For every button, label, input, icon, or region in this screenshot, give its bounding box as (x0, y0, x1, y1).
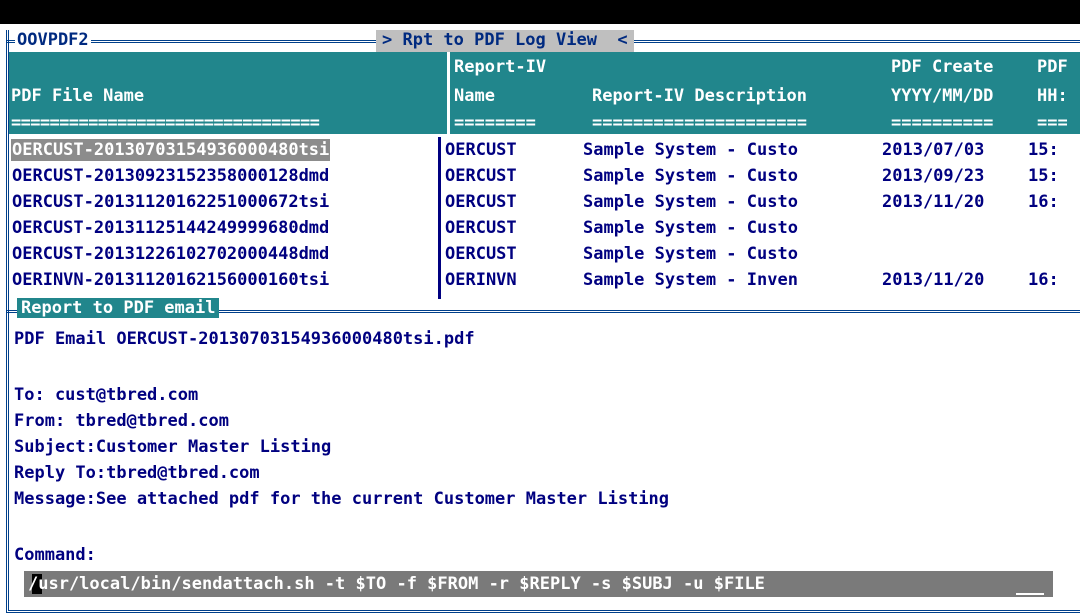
row-create-date: 2013/11/20 (882, 270, 985, 290)
row-report-name: OERCUST (445, 218, 517, 238)
log-view-title-bar: OOVPDF2 > Rpt to PDF Log View < (6, 30, 1080, 52)
row-report-name: OERCUST (445, 244, 517, 264)
row-create-date: 2013/11/20 (882, 192, 985, 212)
command-value[interactable]: /usr/local/bin/sendattach.sh -t $TO -f $… (28, 574, 765, 594)
email-to[interactable]: To: cust@tbred.com (14, 384, 198, 406)
row-file-name[interactable]: OERCUST-20130703154936000480tsi (11, 139, 331, 161)
table-row[interactable]: OERCUST-20131120162251000672tsi OERCUST … (9, 191, 1080, 213)
table-row[interactable]: OERINVN-20131120162156000160tsi OERINVN … (9, 269, 1080, 291)
table-row[interactable]: OERCUST-20131125144249999680dmd OERCUST … (9, 217, 1080, 239)
row-create-time: 16: (1028, 270, 1059, 290)
table-row[interactable]: OERCUST-20131226102702000448dmd OERCUST … (9, 243, 1080, 265)
row-description: Sample System - Inven (583, 270, 798, 290)
row-description: Sample System - Custo (583, 140, 798, 160)
row-report-name: OERCUST (445, 140, 517, 160)
header-description-underline: ===================== (592, 113, 807, 133)
row-file-name[interactable]: OERCUST-20131226102702000448dmd (12, 243, 329, 265)
header-create-top: PDF Create (891, 57, 994, 77)
header-time-top: PDF (1037, 57, 1068, 77)
row-report-name: OERCUST (445, 166, 517, 186)
header-file-underline: ================================ (11, 113, 320, 133)
row-file-name[interactable]: OERINVN-20131120162156000160tsi (12, 269, 329, 291)
header-report-name-top: Report-IV (454, 57, 547, 77)
body-column-separator (438, 137, 441, 299)
table-header: PDF File Name ==========================… (9, 52, 1080, 134)
header-report-name-underline: ======== (454, 113, 536, 133)
header-report-name-bottom: Name (454, 86, 495, 106)
terminal-top-bar (0, 0, 1080, 24)
header-column-separator (447, 52, 450, 134)
row-file-name[interactable]: OERCUST-20130923152358000128dmd (12, 165, 329, 187)
table-row[interactable]: OERCUST-20130703154936000480tsi OERCUST … (9, 139, 1080, 161)
header-description: Report-IV Description (592, 86, 807, 106)
row-description: Sample System - Custo (583, 244, 798, 264)
email-reply-to[interactable]: Reply To:tbred@tbred.com (14, 462, 260, 484)
row-create-date: 2013/07/03 (882, 140, 985, 160)
row-description: Sample System - Custo (583, 192, 798, 212)
command-label: Command: (14, 545, 96, 565)
row-create-time: 15: (1028, 166, 1059, 186)
input-underscore (1016, 593, 1044, 595)
email-subject[interactable]: Subject:Customer Master Listing (14, 436, 331, 458)
header-time-underline: === (1037, 113, 1068, 133)
row-create-time: 16: (1028, 192, 1059, 212)
row-file-name[interactable]: OERCUST-20131120162251000672tsi (12, 191, 329, 213)
table-row[interactable]: OERCUST-20130923152358000128dmd OERCUST … (9, 165, 1080, 187)
program-id: OOVPDF2 (15, 30, 91, 50)
email-from[interactable]: From: tbred@tbred.com (14, 410, 229, 432)
row-description: Sample System - Custo (583, 218, 798, 238)
row-create-time: 15: (1028, 140, 1059, 160)
header-create-underline: ========== (891, 113, 994, 133)
window-title: > Rpt to PDF Log View < (376, 30, 634, 52)
row-description: Sample System - Custo (583, 166, 798, 186)
row-report-name: OERINVN (445, 270, 517, 290)
row-create-date: 2013/09/23 (882, 166, 985, 186)
header-time-bottom: HH: (1037, 86, 1068, 106)
email-message[interactable]: Message:See attached pdf for the current… (14, 488, 669, 510)
row-report-name: OERCUST (445, 192, 517, 212)
header-file-name: PDF File Name (11, 86, 145, 106)
row-file-name[interactable]: OERCUST-20131125144249999680dmd (12, 217, 329, 239)
email-panel-title: Report to PDF email (17, 298, 220, 318)
header-create-bottom: YYYY/MM/DD (891, 86, 994, 106)
email-heading: PDF Email OERCUST-20130703154936000480ts… (14, 329, 475, 349)
